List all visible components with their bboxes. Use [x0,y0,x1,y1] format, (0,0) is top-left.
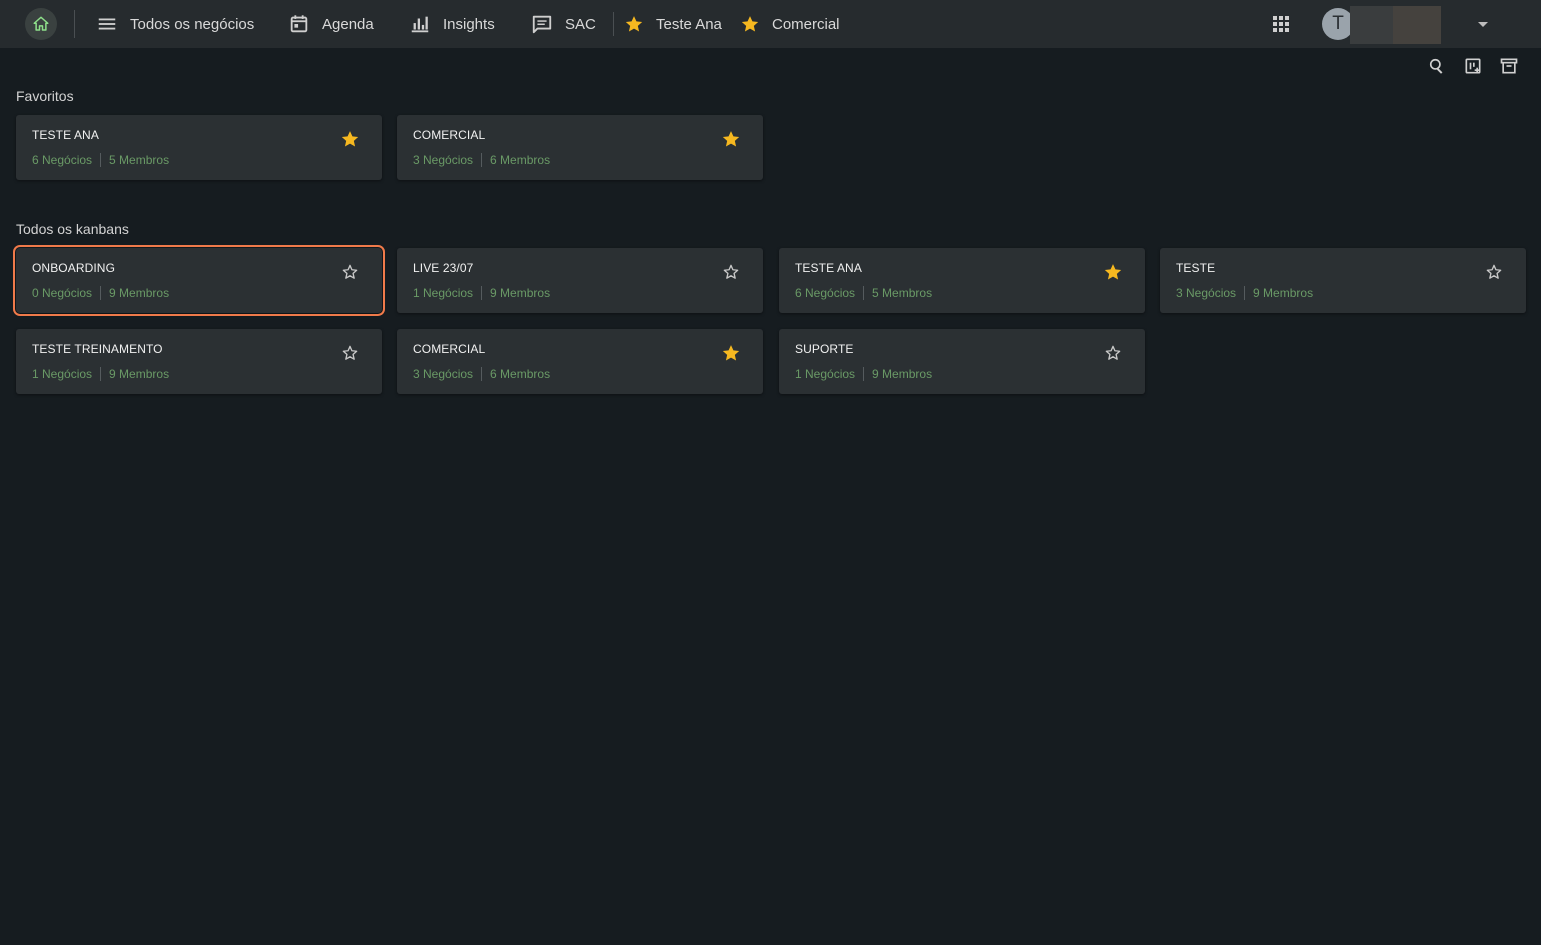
card-title: TESTE ANA [795,261,862,275]
kanban-card[interactable]: LIVE 23/07 1 Negócios 9 Membros [397,248,763,313]
card-deals-count: 3 Negócios [413,367,474,381]
card-title: COMERCIAL [413,128,486,142]
card-members-count: 9 Membros [872,367,933,381]
nav-all-deals[interactable]: Todos os negócios [96,0,254,48]
card-meta: 6 Negócios 5 Membros [795,286,932,300]
card-members-count: 5 Membros [872,286,933,300]
card-meta: 3 Negócios 6 Membros [413,367,550,381]
nav-divider [74,10,75,38]
star-filled-icon[interactable] [721,129,741,149]
nav-agenda[interactable]: Agenda [288,0,374,48]
card-deals-count: 1 Negócios [413,286,474,300]
card-title: ONBOARDING [32,261,116,275]
user-name-redacted[interactable] [1350,6,1394,44]
card-meta: 0 Negócios 9 Membros [32,286,169,300]
home-button[interactable] [25,8,57,40]
star-outline-icon[interactable] [340,343,360,363]
search-icon[interactable] [1427,56,1447,76]
card-members-count: 9 Membros [1253,286,1314,300]
kanban-card[interactable]: ONBOARDING 0 Negócios 9 Membros [13,245,385,316]
meta-divider [481,153,483,167]
card-deals-count: 0 Negócios [32,286,93,300]
kanban-card[interactable]: TESTE ANA 6 Negócios 5 Membros [779,248,1145,313]
card-meta: 3 Negócios 6 Membros [413,153,550,167]
card-members-count: 9 Membros [109,367,170,381]
card-members-count: 6 Membros [490,153,551,167]
card-title: LIVE 23/07 [413,261,474,275]
meta-divider [100,153,102,167]
nav-fav-comercial[interactable]: Comercial [740,0,840,48]
card-meta: 1 Negócios 9 Membros [413,286,550,300]
card-deals-count: 6 Negócios [795,286,856,300]
star-filled-icon[interactable] [721,343,741,363]
nav-label: SAC [565,15,596,33]
card-deals-count: 1 Negócios [32,367,93,381]
meta-divider [863,367,865,381]
home-icon [33,16,49,31]
meta-divider [863,286,865,300]
card-title: COMERCIAL [413,342,486,356]
card-deals-count: 1 Negócios [795,367,856,381]
chevron-down-icon[interactable] [1476,18,1490,30]
nav-label: Insights [443,15,495,33]
star-outline-icon[interactable] [1484,262,1504,282]
user-name-redacted[interactable] [1393,6,1441,44]
card-members-count: 6 Membros [490,367,551,381]
star-filled-icon[interactable] [340,129,360,149]
kanban-card[interactable]: COMERCIAL 3 Negócios 6 Membros [397,115,763,180]
card-meta: 3 Negócios 9 Membros [1176,286,1313,300]
card-meta: 1 Negócios 9 Membros [32,367,169,381]
star-filled-icon[interactable] [1103,262,1123,282]
archive-icon[interactable] [1499,56,1519,76]
kanban-card[interactable]: TESTE TREINAMENTO 1 Negócios 9 Membros [16,329,382,394]
chat-icon [532,15,552,34]
kanban-card[interactable]: TESTE ANA 6 Negócios 5 Membros [16,115,382,180]
card-meta: 6 Negócios 5 Membros [32,153,169,167]
meta-divider [481,286,483,300]
nav-label: Comercial [772,15,840,33]
meta-divider [100,367,102,381]
kanban-card[interactable]: COMERCIAL 3 Negócios 6 Membros [397,329,763,394]
card-deals-count: 3 Negócios [413,153,474,167]
top-nav-bar: Todos os negócios Agenda Insights SAC Te… [0,0,1541,48]
card-members-count: 9 Membros [490,286,551,300]
card-meta: 1 Negócios 9 Membros [795,367,932,381]
card-title: TESTE ANA [32,128,99,142]
all-kanbans-section-title: Todos os kanbans [16,221,129,237]
add-kanban-icon[interactable] [1463,56,1483,76]
card-title: TESTE [1176,261,1216,275]
nav-insights[interactable]: Insights [409,0,495,48]
star-filled-icon [625,16,643,32]
nav-divider [613,12,614,36]
nav-label: Teste Ana [656,15,722,33]
nav-sac[interactable]: SAC [531,0,596,48]
bar-chart-icon [411,16,429,33]
star-outline-icon[interactable] [340,262,360,282]
avatar-initial: T [1332,13,1344,34]
nav-label: Todos os negócios [130,15,255,33]
apps-grid-icon[interactable] [1271,14,1291,34]
nav-label: Agenda [322,15,374,33]
card-deals-count: 6 Negócios [32,153,93,167]
card-title: SUPORTE [795,342,854,356]
card-members-count: 9 Membros [109,286,170,300]
menu-icon [98,18,116,30]
card-deals-count: 3 Negócios [1176,286,1237,300]
star-filled-icon [741,16,759,32]
star-outline-icon[interactable] [721,262,741,282]
nav-fav-teste-ana[interactable]: Teste Ana [624,0,722,48]
meta-divider [481,367,483,381]
favorites-section-title: Favoritos [16,88,74,104]
kanban-card[interactable]: TESTE 3 Negócios 9 Membros [1160,248,1526,313]
calendar-icon [290,15,308,33]
star-outline-icon[interactable] [1103,343,1123,363]
meta-divider [100,286,102,300]
kanban-card[interactable]: SUPORTE 1 Negócios 9 Membros [779,329,1145,394]
meta-divider [1244,286,1246,300]
card-members-count: 5 Membros [109,153,170,167]
card-title: TESTE TREINAMENTO [32,342,163,356]
